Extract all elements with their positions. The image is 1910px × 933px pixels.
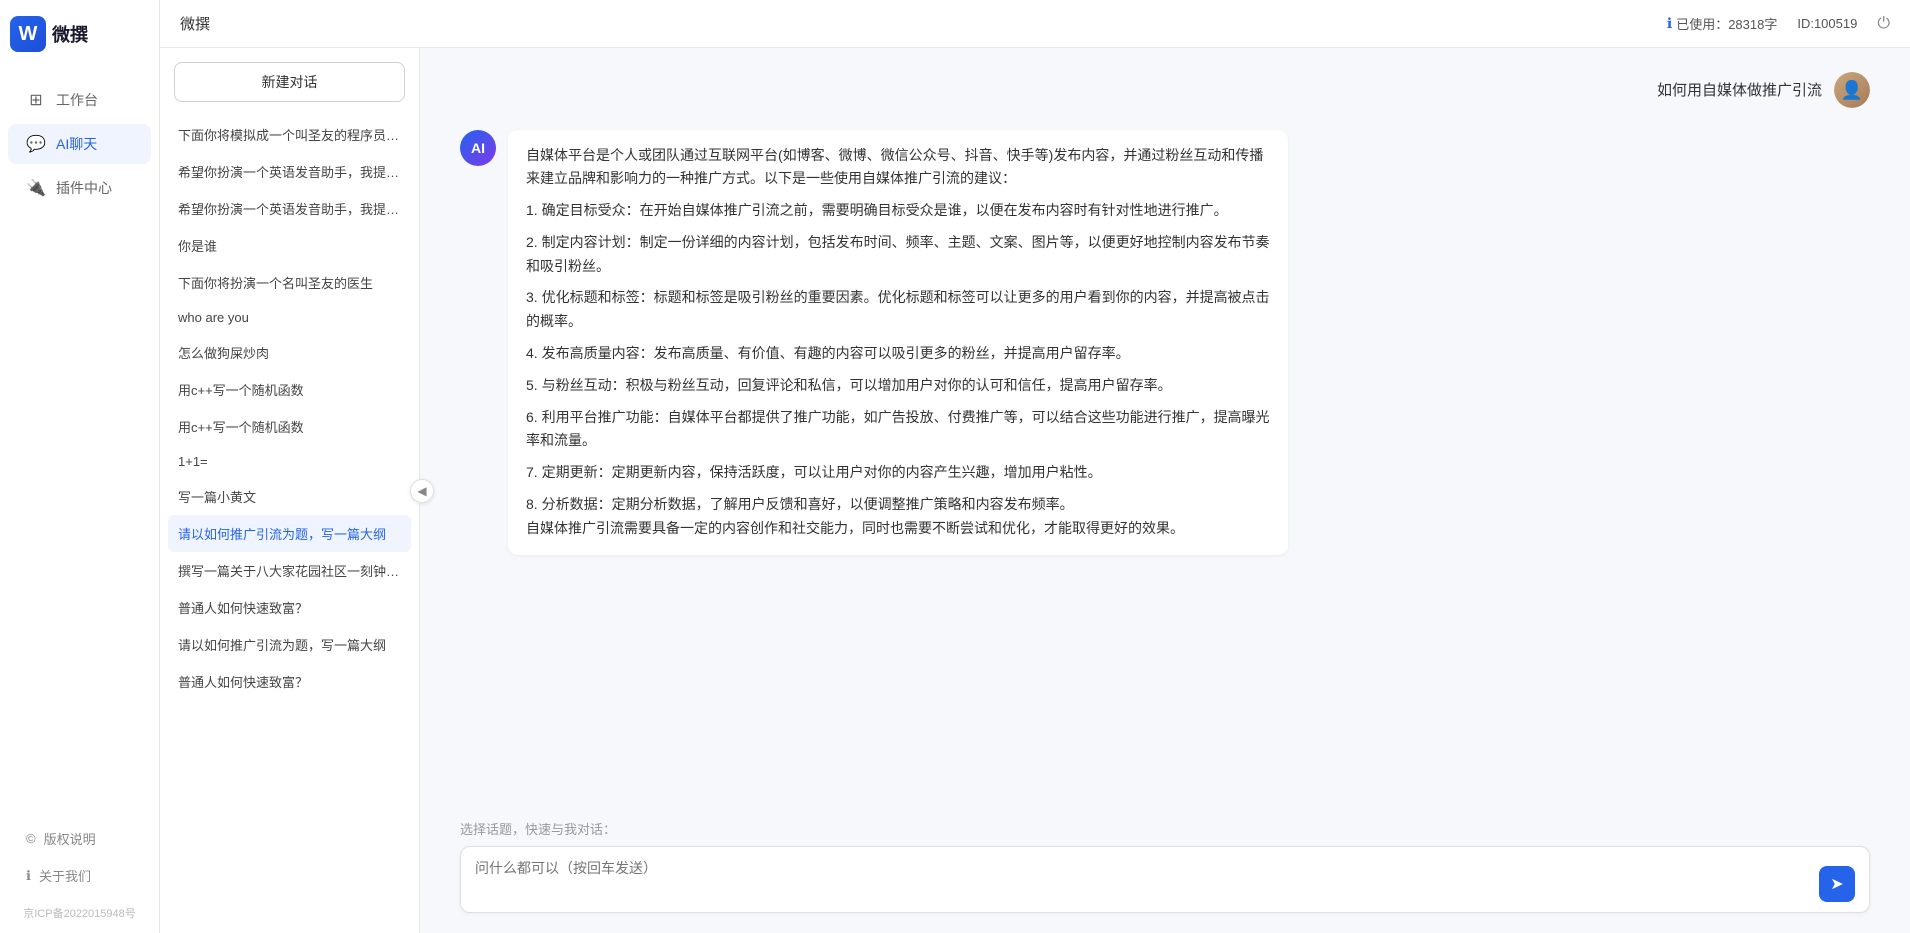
ai-message-row: AI 自媒体平台是个人或团队通过互联网平台(如博客、微博、微信公众号、抖音、快手…: [460, 130, 1870, 555]
chat-main: 👤 如何用自媒体做推广引流 AI 自媒体平台是个人或团队通过互联网平台(如博客、…: [420, 48, 1910, 933]
ai-avatar: AI: [460, 130, 496, 166]
topbar-usage: ℹ 已使用：28318字: [1667, 14, 1777, 33]
sidebar-nav: ⊞ 工作台💬 AI聊天🔌 插件中心: [0, 80, 159, 821]
bottom-label-about: 关于我们: [39, 866, 91, 885]
send-icon: ➤: [1830, 874, 1843, 894]
sidebar-bottom: © 版权说明ℹ 关于我们: [0, 821, 159, 901]
history-item[interactable]: 普通人如何快速致富？: [168, 663, 411, 700]
logo: W 微撰: [0, 16, 88, 52]
nav-icon-plugin: 🔌: [26, 178, 46, 198]
chat-input-area: 选择话题，快速与我对话： ➤: [420, 819, 1910, 933]
sidebar: W 微撰 ⊞ 工作台💬 AI聊天🔌 插件中心 © 版权说明ℹ 关于我们 京ICP…: [0, 0, 160, 933]
ai-point: 4. 发布高质量内容：发布高质量、有价值、有趣的内容可以吸引更多的粉丝，并提高用…: [526, 342, 1270, 366]
nav-icon-ai-chat: 💬: [26, 134, 46, 154]
ai-point: 5. 与粉丝互动：积极与粉丝互动，回复评论和私信，可以增加用户对你的认可和信任，…: [526, 374, 1270, 398]
sidebar-item-ai-chat[interactable]: 💬 AI聊天: [8, 124, 151, 164]
history-item[interactable]: 用c++写一个随机函数: [168, 371, 411, 408]
history-item[interactable]: 怎么做狗屎炒肉: [168, 334, 411, 371]
history-item[interactable]: 撰写一篇关于八大家花园社区一刻钟便民生...: [168, 552, 411, 589]
history-item[interactable]: 下面你将模拟成一个叫圣友的程序员，我说...: [168, 116, 411, 153]
bottom-item-about[interactable]: ℹ 关于我们: [8, 858, 151, 893]
history-panel-wrapper: 新建对话 下面你将模拟成一个叫圣友的程序员，我说...希望你扮演一个英语发音助手…: [160, 48, 420, 933]
user-message-row: 👤 如何用自媒体做推广引流: [460, 72, 1870, 110]
ai-message-bubble: 自媒体平台是个人或团队通过互联网平台(如博客、微博、微信公众号、抖音、快手等)发…: [508, 130, 1288, 555]
nav-label-workbench: 工作台: [56, 90, 98, 110]
content-area: 新建对话 下面你将模拟成一个叫圣友的程序员，我说...希望你扮演一个英语发音助手…: [160, 48, 1910, 933]
input-box: ➤: [460, 846, 1870, 913]
history-item[interactable]: 写一篇小黄文: [168, 478, 411, 515]
topbar-right: ℹ 已使用：28318字 ID:100519 ⏻: [1667, 14, 1890, 33]
ai-point: 2. 制定内容计划：制定一份详细的内容计划，包括发布时间、频率、主题、文案、图片…: [526, 231, 1270, 279]
main-area: 微撰 ℹ 已使用：28318字 ID:100519 ⏻ 新建对话 下面你将模拟成…: [160, 0, 1910, 933]
usage-text: 已使用：28318字: [1676, 14, 1777, 33]
bottom-item-copyright[interactable]: © 版权说明: [8, 821, 151, 856]
topbar-title: 微撰: [180, 13, 210, 34]
user-avatar: 👤: [1834, 72, 1870, 108]
logo-text: 微撰: [52, 21, 88, 47]
ai-point: 1. 确定目标受众：在开始自媒体推广引流之前，需要明确目标受众是谁，以便在发布内…: [526, 199, 1270, 223]
ai-point: 6. 利用平台推广功能：自媒体平台都提供了推广功能，如广告投放、付费推广等，可以…: [526, 406, 1270, 454]
bottom-icon-copyright: ©: [26, 831, 36, 846]
chat-input[interactable]: [475, 857, 1809, 902]
nav-icon-workbench: ⊞: [26, 90, 46, 110]
sidebar-item-plugin[interactable]: 🔌 插件中心: [8, 168, 151, 208]
quick-select-label: 选择话题，快速与我对话：: [460, 819, 1870, 838]
user-message-bubble: 如何用自媒体做推广引流: [1657, 72, 1822, 110]
ai-point: 8. 分析数据：定期分析数据，了解用户反馈和喜好，以便调整推广策略和内容发布频率…: [526, 493, 1270, 517]
history-item[interactable]: 普通人如何快速致富？: [168, 589, 411, 626]
history-item[interactable]: 希望你扮演一个英语发音助手，我提供给你...: [168, 190, 411, 227]
sidebar-item-workbench[interactable]: ⊞ 工作台: [8, 80, 151, 120]
nav-label-ai-chat: AI聊天: [56, 134, 97, 154]
history-item[interactable]: 下面你将扮演一个名叫圣友的医生: [168, 264, 411, 301]
ai-points: 1. 确定目标受众：在开始自媒体推广引流之前，需要明确目标受众是谁，以便在发布内…: [526, 199, 1270, 517]
history-panel: 新建对话 下面你将模拟成一个叫圣友的程序员，我说...希望你扮演一个英语发音助手…: [160, 48, 420, 933]
user-avatar-img: 👤: [1834, 72, 1870, 108]
icp-text: 京ICP备2022015948号: [23, 901, 136, 921]
chat-messages: 👤 如何用自媒体做推广引流 AI 自媒体平台是个人或团队通过互联网平台(如博客、…: [420, 48, 1910, 819]
send-button[interactable]: ➤: [1819, 866, 1855, 902]
history-list: 下面你将模拟成一个叫圣友的程序员，我说...希望你扮演一个英语发音助手，我提供给…: [160, 112, 419, 933]
ai-conclusion: 自媒体推广引流需要具备一定的内容创作和社交能力，同时也需要不断尝试和优化，才能取…: [526, 517, 1270, 541]
history-item[interactable]: 请以如何推广引流为题，写一篇大纲: [168, 515, 411, 552]
nav-label-plugin: 插件中心: [56, 178, 112, 198]
user-message-text: 如何用自媒体做推广引流: [1657, 82, 1822, 99]
history-item[interactable]: 用c++写一个随机函数: [168, 408, 411, 445]
bottom-icon-about: ℹ: [26, 868, 31, 884]
ai-point: 7. 定期更新：定期更新内容，保持活跃度，可以让用户对你的内容产生兴趣，增加用户…: [526, 461, 1270, 485]
usage-info-icon: ℹ: [1667, 15, 1672, 32]
ai-point: 3. 优化标题和标签：标题和标签是吸引粉丝的重要因素。优化标题和标签可以让更多的…: [526, 286, 1270, 334]
logo-icon: W: [10, 16, 46, 52]
new-chat-button[interactable]: 新建对话: [174, 62, 405, 102]
history-item[interactable]: 1+1=: [168, 445, 411, 478]
history-item[interactable]: 希望你扮演一个英语发音助手，我提供给你...: [168, 153, 411, 190]
history-item[interactable]: 请以如何推广引流为题，写一篇大纲: [168, 626, 411, 663]
toggle-history-button[interactable]: ◀: [410, 479, 434, 503]
power-icon[interactable]: ⏻: [1877, 15, 1890, 33]
bottom-label-copyright: 版权说明: [44, 829, 96, 848]
ai-intro: 自媒体平台是个人或团队通过互联网平台(如博客、微博、微信公众号、抖音、快手等)发…: [526, 144, 1270, 192]
topbar-id: ID:100519: [1797, 16, 1857, 31]
history-item[interactable]: 你是谁: [168, 227, 411, 264]
topbar: 微撰 ℹ 已使用：28318字 ID:100519 ⏻: [160, 0, 1910, 48]
history-item[interactable]: who are you: [168, 301, 411, 334]
